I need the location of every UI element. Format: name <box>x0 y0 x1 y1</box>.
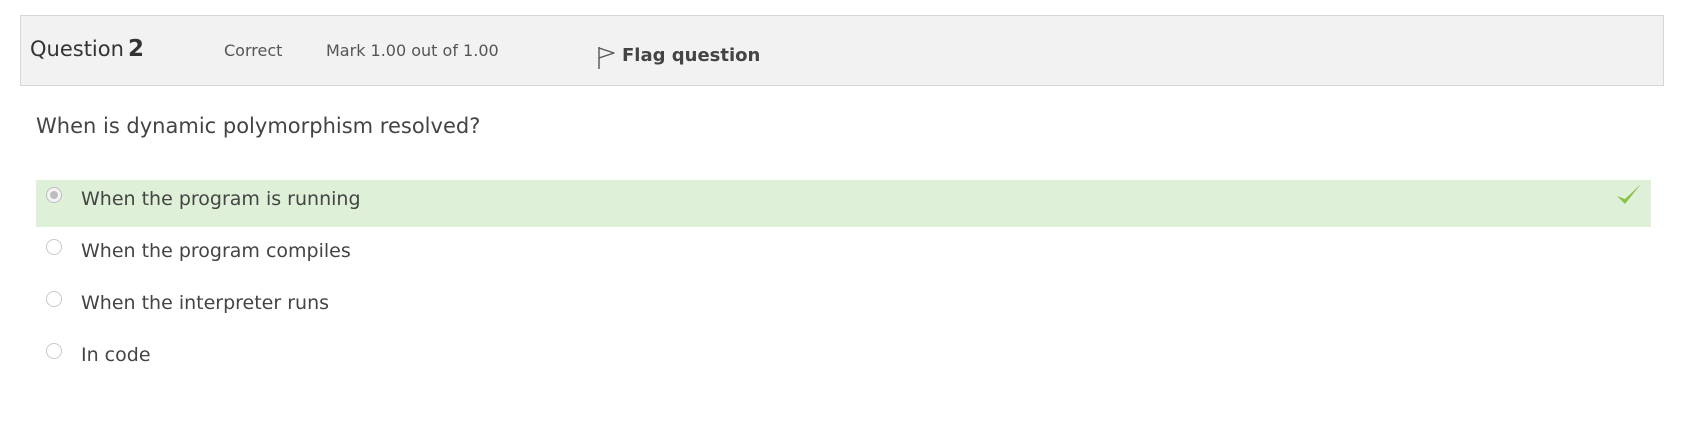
answer-label-4: In code <box>81 344 151 366</box>
flag-question-button[interactable]: Flag question <box>596 39 760 71</box>
answer-option-4[interactable]: In code <box>36 336 1651 383</box>
answer-label-3: When the interpreter runs <box>81 292 330 314</box>
answer-label-1: When the program is running <box>81 188 361 210</box>
answer-label-2: When the program compiles <box>81 240 351 262</box>
question-text: When is dynamic polymorphism resolved? <box>36 114 481 138</box>
flag-question-label: Flag question <box>622 44 761 66</box>
flag-icon <box>598 47 615 69</box>
question-title: Question 2 <box>30 36 144 62</box>
answer-radio-1[interactable] <box>46 187 62 203</box>
answer-option-2[interactable]: When the program compiles <box>36 232 1651 279</box>
question-mark: Mark 1.00 out of 1.00 <box>326 41 499 60</box>
answer-list: When the program is running When the pro… <box>36 180 1651 388</box>
answer-option-1[interactable]: When the program is running <box>36 180 1651 227</box>
answer-option-3[interactable]: When the interpreter runs <box>36 284 1651 331</box>
question-label: Question <box>30 37 124 61</box>
question-info-header: Question 2 Correct Mark 1.00 out of 1.00 … <box>20 15 1664 86</box>
answer-radio-4[interactable] <box>46 343 62 359</box>
check-icon <box>1617 184 1641 204</box>
answer-radio-3[interactable] <box>46 291 62 307</box>
question-state: Correct <box>224 41 283 60</box>
question-page: Question 2 Correct Mark 1.00 out of 1.00 … <box>0 0 1686 428</box>
question-number: 2 <box>127 36 144 62</box>
answer-radio-2[interactable] <box>46 239 62 255</box>
